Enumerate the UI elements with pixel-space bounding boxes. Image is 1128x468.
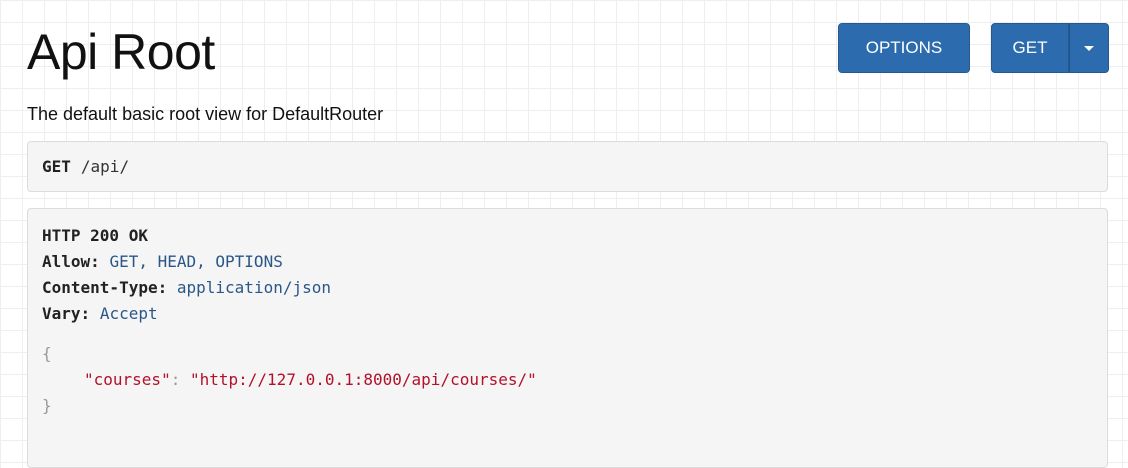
response-header-value: Accept: [99, 304, 158, 323]
request-method: GET: [42, 157, 71, 176]
page-title: Api Root: [27, 24, 215, 80]
json-value-link[interactable]: "http://127.0.0.1:8000/api/courses/": [190, 370, 537, 389]
json-open-brace: {: [42, 344, 52, 363]
get-dropdown-toggle[interactable]: [1069, 23, 1109, 73]
json-key: "courses": [84, 370, 171, 389]
response-header-row: Content-Type: application/json: [42, 275, 1093, 301]
json-entry: "courses": "http://127.0.0.1:8000/api/co…: [42, 367, 1093, 393]
response-header-row: Allow: GET, HEAD, OPTIONS: [42, 249, 1093, 275]
json-separator: :: [170, 370, 181, 389]
caret-down-icon: [1084, 45, 1094, 51]
page-description: The default basic root view for DefaultR…: [27, 104, 384, 124]
response-header-value: GET, HEAD, OPTIONS: [109, 252, 283, 271]
response-header-key: Content-Type:: [42, 278, 168, 297]
response-header-key: Vary:: [42, 304, 91, 323]
request-info: GET /api/: [27, 141, 1108, 192]
response-status: HTTP 200 OK: [42, 226, 148, 245]
request-path: /api/: [80, 157, 130, 176]
response-header-row: Vary: Accept: [42, 301, 1093, 327]
get-button[interactable]: GET: [991, 23, 1069, 73]
response-header-value: application/json: [176, 278, 331, 297]
options-button[interactable]: OPTIONS: [838, 23, 970, 73]
response-header-key: Allow:: [42, 252, 100, 271]
json-close-brace: }: [42, 396, 52, 415]
response-info: HTTP 200 OK Allow: GET, HEAD, OPTIONS Co…: [27, 208, 1108, 468]
get-button-group: GET: [991, 23, 1109, 73]
